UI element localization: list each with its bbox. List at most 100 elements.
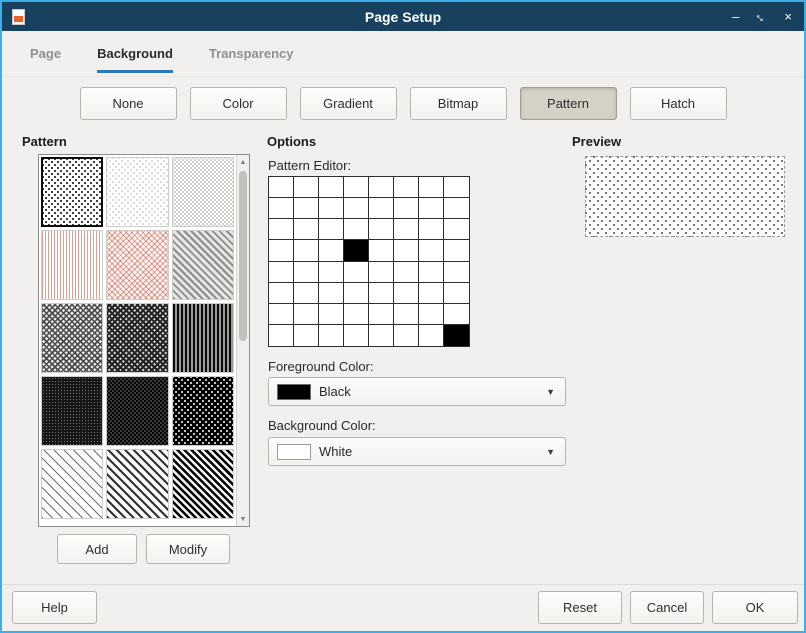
gradient-button[interactable]: Gradient [300,87,397,120]
close-icon[interactable]: × [784,10,792,23]
pattern-list-scrollbar[interactable]: ▲ ▼ [236,155,249,526]
pattern-editor-cell[interactable] [344,262,369,283]
pattern-editor-cell[interactable] [419,262,444,283]
pattern-swatch-diag-med[interactable] [106,449,168,519]
cancel-button[interactable]: Cancel [630,591,704,624]
pattern-editor-cell[interactable] [319,219,344,240]
pattern-swatch-diag-gray[interactable] [172,230,234,300]
pattern-swatch-cross-dark[interactable] [41,303,103,373]
pattern-editor-cell[interactable] [444,177,469,198]
pattern-editor-cell[interactable] [294,240,319,261]
pattern-editor-cell[interactable] [444,219,469,240]
pattern-editor-cell[interactable] [294,262,319,283]
help-button[interactable]: Help [12,591,97,624]
pattern-editor-cell[interactable] [269,304,294,325]
pattern-editor-cell[interactable] [269,198,294,219]
pattern-button[interactable]: Pattern [520,87,617,120]
scroll-down-icon[interactable]: ▼ [237,513,249,525]
add-button[interactable]: Add [57,534,137,564]
pattern-editor-cell[interactable] [344,304,369,325]
ok-button[interactable]: OK [712,591,798,624]
pattern-editor-cell[interactable] [419,240,444,261]
pattern-editor-cell[interactable] [319,177,344,198]
hatch-button[interactable]: Hatch [630,87,727,120]
pattern-editor-cell[interactable] [319,198,344,219]
pattern-editor-cell[interactable] [369,219,394,240]
pattern-editor-cell[interactable] [369,283,394,304]
tab-transparency[interactable]: Transparency [209,46,294,73]
pattern-swatch-dots-dense[interactable] [41,376,103,446]
pattern-editor-cell[interactable] [319,240,344,261]
tab-page[interactable]: Page [30,46,61,73]
color-button[interactable]: Color [190,87,287,120]
pattern-editor-cell[interactable] [294,304,319,325]
pattern-editor-cell[interactable] [369,240,394,261]
pattern-editor-cell[interactable] [394,177,419,198]
modify-button[interactable]: Modify [146,534,230,564]
pattern-swatch-cross-darker[interactable] [106,303,168,373]
pattern-editor-cell[interactable] [294,325,319,346]
bitmap-button[interactable]: Bitmap [410,87,507,120]
pattern-editor-cell[interactable] [444,283,469,304]
pattern-editor-cell[interactable] [294,177,319,198]
pattern-editor-cell[interactable] [319,262,344,283]
pattern-editor-cell[interactable] [294,198,319,219]
pattern-editor-cell[interactable] [369,262,394,283]
pattern-editor-cell[interactable] [344,198,369,219]
pattern-editor-cell[interactable] [419,325,444,346]
scroll-up-icon[interactable]: ▲ [237,156,249,168]
pattern-editor-cell[interactable] [444,198,469,219]
pattern-editor-cell[interactable] [294,219,319,240]
pattern-editor-cell[interactable] [394,262,419,283]
pattern-editor-cell[interactable] [344,283,369,304]
pattern-editor-cell[interactable] [394,325,419,346]
pattern-swatch-vlines-dark[interactable] [172,303,234,373]
pattern-editor-cell[interactable] [344,219,369,240]
pattern-editor-cell[interactable] [394,304,419,325]
pattern-swatch-dots-sparse[interactable] [41,157,103,227]
pattern-editor-cell[interactable] [369,304,394,325]
none-button[interactable]: None [80,87,177,120]
pattern-swatch-dots-faint[interactable] [106,157,168,227]
pattern-editor-cell[interactable] [319,304,344,325]
pattern-editor-cell[interactable] [319,283,344,304]
pattern-editor-cell[interactable] [394,219,419,240]
pattern-editor-cell[interactable] [269,283,294,304]
pattern-editor-cell[interactable] [344,325,369,346]
pattern-editor-cell[interactable] [419,198,444,219]
restore-icon[interactable]: ↔ [753,7,771,25]
tab-background[interactable]: Background [97,46,173,73]
pattern-editor-cell[interactable] [369,198,394,219]
reset-button[interactable]: Reset [538,591,622,624]
pattern-swatch-dots-faint2[interactable] [172,157,234,227]
pattern-swatch-dots-dense2[interactable] [106,376,168,446]
titlebar[interactable]: Page Setup – ↔ × [2,2,804,31]
pattern-swatch-cross-red[interactable] [106,230,168,300]
pattern-editor-cell[interactable] [269,262,294,283]
foreground-color-dropdown[interactable]: Black ▼ [268,377,566,406]
pattern-editor-cell[interactable] [394,240,419,261]
pattern-editor-cell[interactable] [269,325,294,346]
pattern-editor-cell[interactable] [369,325,394,346]
pattern-editor-cell[interactable] [344,177,369,198]
pattern-swatch-diag-dense[interactable] [172,449,234,519]
pattern-editor-cell[interactable] [294,283,319,304]
scrollbar-thumb[interactable] [239,171,247,341]
pattern-swatch-vlines-red[interactable] [41,230,103,300]
pattern-editor-cell[interactable] [344,240,369,261]
pattern-swatch-dots-white-on-black[interactable] [172,376,234,446]
pattern-editor-cell[interactable] [319,325,344,346]
pattern-editor-cell[interactable] [444,262,469,283]
pattern-editor-cell[interactable] [419,177,444,198]
pattern-editor-cell[interactable] [269,177,294,198]
pattern-editor-cell[interactable] [269,219,294,240]
pattern-editor-cell[interactable] [419,219,444,240]
pattern-editor-cell[interactable] [444,325,469,346]
pattern-editor-cell[interactable] [369,177,394,198]
pattern-editor-cell[interactable] [269,240,294,261]
pattern-swatch-diag-thin[interactable] [41,449,103,519]
pattern-editor-cell[interactable] [444,240,469,261]
minimize-icon[interactable]: – [732,10,739,23]
pattern-editor-cell[interactable] [394,283,419,304]
pattern-editor-cell[interactable] [444,304,469,325]
